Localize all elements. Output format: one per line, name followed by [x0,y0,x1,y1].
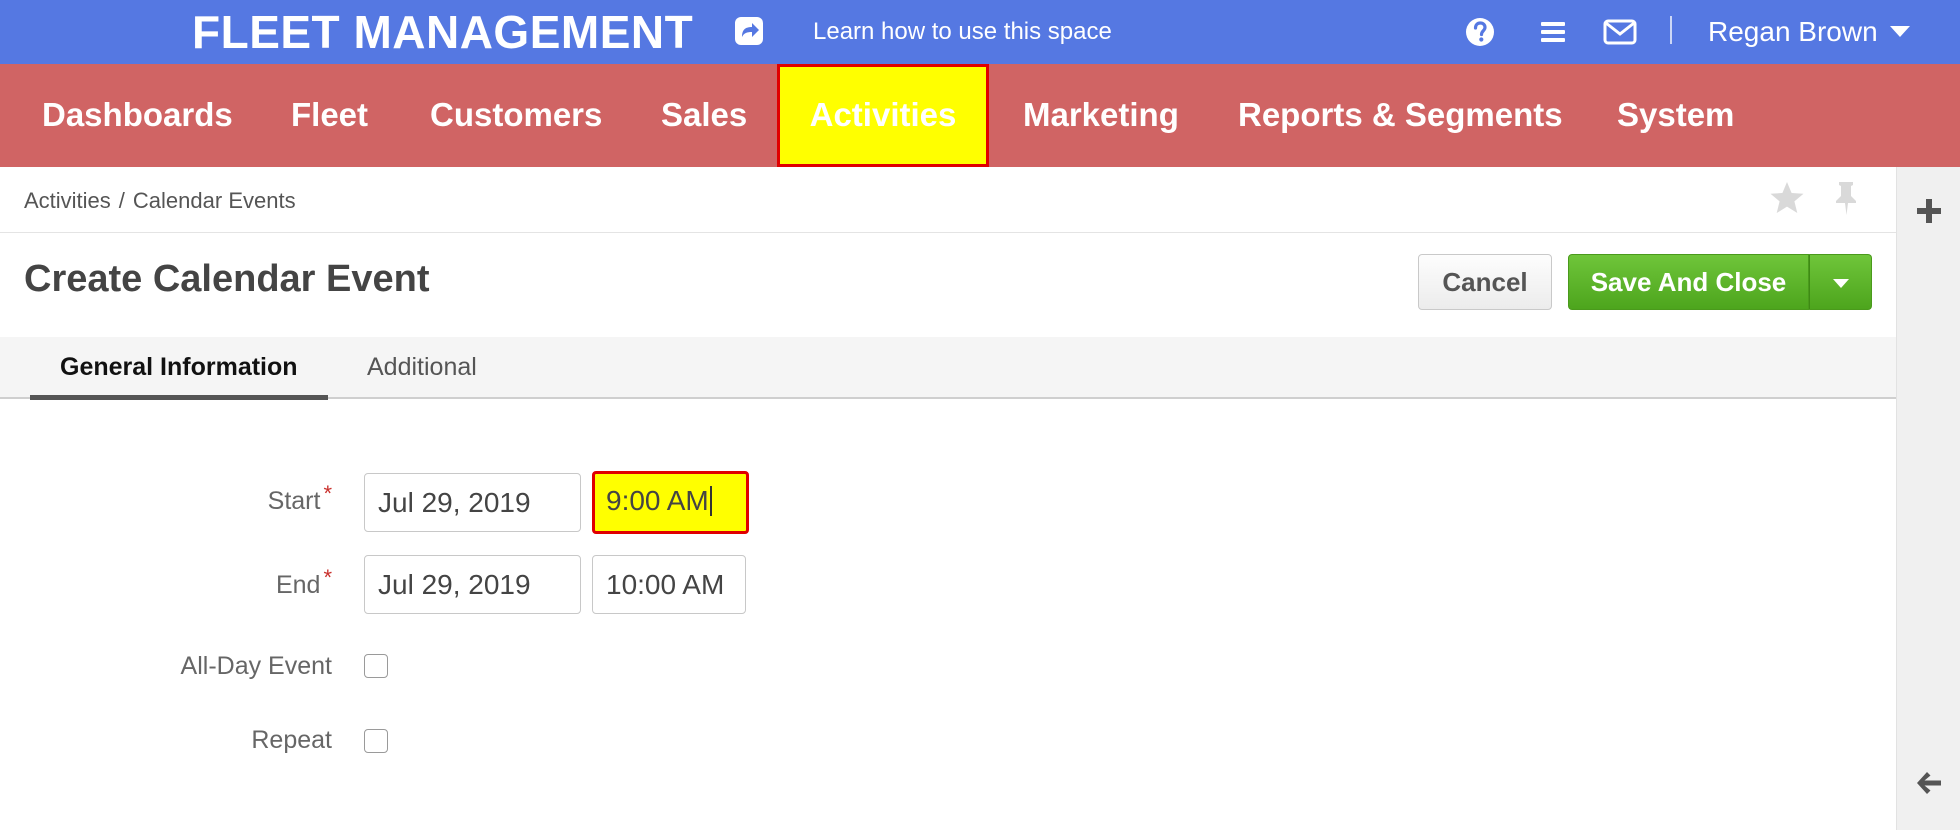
save-options-dropdown[interactable] [1809,254,1872,310]
start-label: Start * [12,481,332,516]
arrow-left-icon[interactable] [1913,767,1945,799]
nav-item-activities[interactable]: Activities [777,64,989,167]
app-brand[interactable]: FLEET MANAGEMENT [192,6,693,58]
breadcrumb: Activities / Calendar Events [24,187,296,215]
pin-icon[interactable] [1830,179,1862,217]
mail-icon[interactable] [1602,14,1638,50]
tab-general-information[interactable]: General Information [30,337,328,400]
nav-item-marketing[interactable]: Marketing [1023,64,1179,167]
learn-link[interactable]: Learn how to use this space [813,19,1112,45]
right-sidebar [1896,167,1960,830]
page-title: Create Calendar Event [24,258,430,300]
save-and-close-button[interactable]: Save And Close [1568,254,1809,310]
top-bar: FLEET MANAGEMENT Learn how to use this s… [0,0,1960,64]
end-date-field[interactable]: Jul 29, 2019 [364,555,581,614]
topbar-divider [1670,16,1672,44]
breadcrumb-current: Calendar Events [132,188,296,213]
all-day-event-label: All-Day Event [180,652,332,680]
star-icon[interactable] [1768,179,1806,217]
share-icon[interactable] [733,15,765,47]
repeat-label: Repeat [251,726,332,754]
chevron-down-icon[interactable] [1890,26,1910,37]
start-label-text: Start [267,487,321,515]
end-label: End * [12,565,332,600]
end-time-field[interactable]: 10:00 AM [592,555,746,614]
repeat-checkbox[interactable] [364,729,388,753]
nav-item-sales[interactable]: Sales [661,64,747,167]
menu-icon[interactable] [1535,14,1571,50]
breadcrumb-separator: / [118,188,125,213]
nav-item-customers[interactable]: Customers [430,64,602,167]
caret-down-icon [1833,279,1849,288]
help-icon[interactable] [1462,14,1498,50]
start-time-value: 9:00 AM [606,485,709,516]
text-cursor [709,485,712,516]
all-day-event-checkbox[interactable] [364,654,388,678]
breadcrumb-divider [0,232,1896,233]
tab-additional[interactable]: Additional [337,337,507,397]
breadcrumb-activities[interactable]: Activities [24,188,111,213]
tab-bar: General Information Additional [0,337,1896,400]
nav-item-system[interactable]: System [1617,64,1734,167]
end-label-text: End [275,571,321,599]
main-nav: Dashboards Fleet Customers Sales Activit… [0,64,1960,167]
start-time-field[interactable]: 9:00 AM [592,471,749,534]
required-marker: * [323,481,332,506]
plus-icon[interactable] [1913,195,1945,227]
start-date-field[interactable]: Jul 29, 2019 [364,473,581,532]
nav-item-fleet[interactable]: Fleet [291,64,368,167]
nav-item-dashboards[interactable]: Dashboards [42,64,233,167]
user-menu[interactable]: Regan Brown [1708,16,1878,48]
cancel-button[interactable]: Cancel [1418,254,1552,310]
required-marker: * [323,565,332,590]
nav-item-reports-segments[interactable]: Reports & Segments [1238,64,1563,167]
